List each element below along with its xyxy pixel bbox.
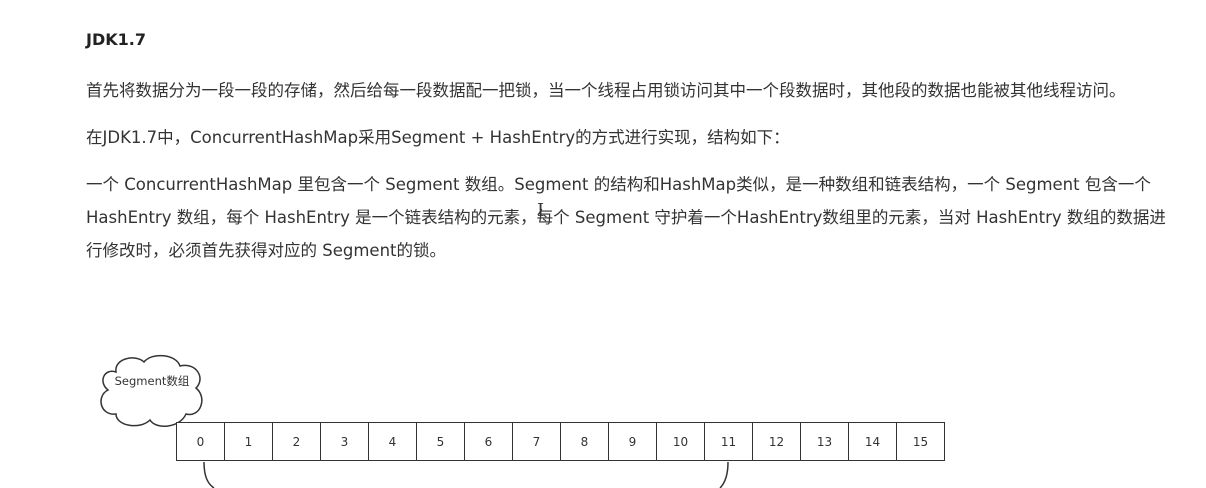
paragraph-2: 在JDK1.7中，ConcurrentHashMap采用Segment + Ha… (86, 128, 790, 147)
article: JDK1.7 首先将数据分为一段一段的存储，然后给每一段数据配一把锁，当一个线程… (86, 26, 1176, 281)
section-heading: JDK1.7 (86, 30, 146, 49)
link-curve (203, 461, 729, 488)
text-cursor-icon: I (537, 200, 545, 221)
paragraph-1: 首先将数据分为一段一段的存储，然后给每一段数据配一把锁，当一个线程占用锁访问其中… (86, 81, 1126, 100)
paragraph-3: 一个 ConcurrentHashMap 里包含一个 Segment 数组。Se… (86, 175, 1166, 260)
segment-diagram: Segment数组 0 1 2 3 4 5 6 7 8 9 10 11 12 13 14 15 (96, 352, 996, 488)
